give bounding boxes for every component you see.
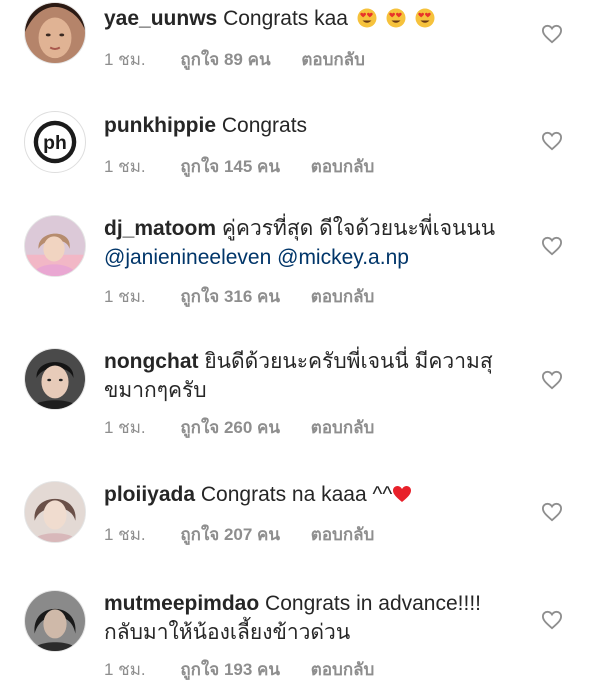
likes-count[interactable]: ถูกใจ 207 คน xyxy=(180,521,280,548)
username[interactable]: yae_uunws xyxy=(104,7,217,30)
red-heart-emoji xyxy=(393,486,412,502)
avatar[interactable] xyxy=(24,481,86,543)
reply-button[interactable]: ตอบกลับ xyxy=(311,656,375,683)
comment-line: mutmeepimdao Congrats in advance!!!! xyxy=(104,589,524,618)
comment-text: Congrats in advance!!!! xyxy=(265,592,482,615)
like-heart-icon[interactable] xyxy=(541,236,563,256)
reply-button[interactable]: ตอบกลับ xyxy=(311,414,375,441)
avatar-photo xyxy=(25,591,85,651)
comment-text: Congrats kaa xyxy=(223,7,348,30)
username[interactable]: mutmeepimdao xyxy=(104,592,259,615)
comment-line: ploiiyada Congrats na kaaa ^^ xyxy=(104,480,524,509)
likes-count[interactable]: ถูกใจ 89 คน xyxy=(180,46,270,73)
comment-text: Congrats xyxy=(221,114,308,137)
reply-button[interactable]: ตอบกลับ xyxy=(311,521,375,548)
avatar-logo-text: ph xyxy=(43,132,67,154)
mention-link[interactable]: @janienineeleven xyxy=(104,246,271,269)
comment-line: dj_matoom คู่ควรที่สุด ดีใจด้วยนะพี่เจนน… xyxy=(104,214,524,243)
mention-link[interactable]: @mickey.a.np xyxy=(277,246,409,269)
comment-text-continued: กลับมาให้น้องเลี้ยงข้าวด่วน xyxy=(104,621,351,644)
avatar[interactable] xyxy=(24,2,86,64)
avatar[interactable]: ph xyxy=(24,111,86,173)
likes-count[interactable]: ถูกใจ 260 คน xyxy=(180,414,280,441)
comment-time: 1 ชม. xyxy=(104,525,146,544)
comment-line-2: กลับมาให้น้องเลี้ยงข้าวด่วน xyxy=(104,618,524,647)
comment-list: yae_uunws Congrats kaa 1 ชม. ถูกใจ 89 คน… xyxy=(0,0,600,697)
username[interactable]: ploiiyada xyxy=(104,483,195,506)
comment-time: 1 ชม. xyxy=(104,660,146,679)
heart-eyes-emoji xyxy=(412,7,435,30)
comment-line-2: @janienineeleven @mickey.a.np xyxy=(104,243,524,272)
avatar-photo xyxy=(25,216,85,276)
comment-text: คู่ควรที่สุด ดีใจด้วยนะพี่เจนนน xyxy=(221,217,496,240)
likes-count[interactable]: ถูกใจ 316 คน xyxy=(180,283,280,310)
likes-count[interactable]: ถูกใจ 145 คน xyxy=(180,153,280,180)
heart-eyes-emoji xyxy=(383,7,412,30)
comment-line: punkhippie Congrats xyxy=(104,111,524,140)
comment-meta: 1 ชม. ถูกใจ 207 คน ตอบกลับ xyxy=(104,521,400,548)
comment-time: 1 ชม. xyxy=(104,50,146,69)
comment-line: yae_uunws Congrats kaa xyxy=(104,4,524,33)
reply-button[interactable]: ตอบกลับ xyxy=(311,153,375,180)
avatar-logo: ph xyxy=(33,120,77,164)
like-heart-icon[interactable] xyxy=(541,24,563,44)
like-heart-icon[interactable] xyxy=(541,502,563,522)
comment-meta: 1 ชม. ถูกใจ 145 คน ตอบกลับ xyxy=(104,153,400,180)
comment-text-continued: ขมากๆครับ xyxy=(104,379,207,402)
comment-text: ยินดีด้วยนะครับพี่เจนนี่ มีความสุ xyxy=(204,350,493,373)
comment-time: 1 ชม. xyxy=(104,157,146,176)
avatar-photo xyxy=(25,3,85,63)
comment-time: 1 ชม. xyxy=(104,418,146,437)
comment-time: 1 ชม. xyxy=(104,287,146,306)
comment-meta: 1 ชม. ถูกใจ 316 คน ตอบกลับ xyxy=(104,283,400,310)
avatar-photo xyxy=(25,482,85,542)
likes-count[interactable]: ถูกใจ 193 คน xyxy=(180,656,280,683)
username[interactable]: nongchat xyxy=(104,350,199,373)
heart-eyes-emoji xyxy=(354,7,383,30)
reply-button[interactable]: ตอบกลับ xyxy=(301,46,365,73)
comment-text: Congrats na kaaa ^^ xyxy=(200,483,393,506)
comment-meta: 1 ชม. ถูกใจ 89 คน ตอบกลับ xyxy=(104,46,391,73)
avatar[interactable] xyxy=(24,348,86,410)
comment-line: nongchat ยินดีด้วยนะครับพี่เจนนี่ มีความ… xyxy=(104,347,524,376)
comment-meta: 1 ชม. ถูกใจ 193 คน ตอบกลับ xyxy=(104,656,400,683)
comment-meta: 1 ชม. ถูกใจ 260 คน ตอบกลับ xyxy=(104,414,400,441)
username[interactable]: punkhippie xyxy=(104,114,216,137)
like-heart-icon[interactable] xyxy=(541,370,563,390)
avatar-photo xyxy=(25,349,85,409)
comment-line-2: ขมากๆครับ xyxy=(104,376,524,405)
like-heart-icon[interactable] xyxy=(541,131,563,151)
like-heart-icon[interactable] xyxy=(541,610,563,630)
avatar[interactable] xyxy=(24,215,86,277)
reply-button[interactable]: ตอบกลับ xyxy=(311,283,375,310)
username[interactable]: dj_matoom xyxy=(104,217,216,240)
avatar[interactable] xyxy=(24,590,86,652)
